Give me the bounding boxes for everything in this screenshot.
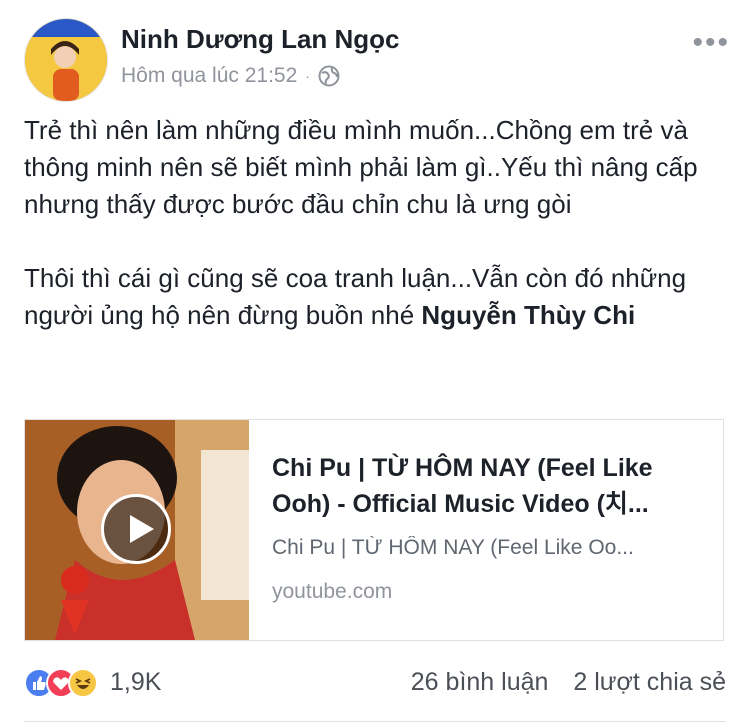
post-timestamp[interactable]: Hôm qua lúc 21:52: [121, 64, 297, 88]
meta-separator: ·: [305, 68, 310, 84]
engagement-bar: 1,9K 26 bình luận 2 lượt chia sẻ: [24, 664, 726, 704]
link-title[interactable]: Chi Pu | TỪ HÔM NAY (Feel Like Ooh) - Of…: [272, 450, 710, 522]
link-description: Chi Pu | TỪ HÔM NAY (Feel Like Oo...: [272, 536, 634, 559]
post-text: Trẻ thì nên làm những điều mình muốn...C…: [24, 112, 724, 334]
video-thumbnail[interactable]: [25, 420, 249, 640]
author-name[interactable]: Ninh Dương Lan Ngọc: [121, 24, 400, 55]
avatar[interactable]: [24, 18, 108, 102]
globe-icon: [318, 65, 340, 87]
engagement-stats: 26 bình luận 2 lượt chia sẻ: [411, 668, 726, 697]
haha-icon: [68, 668, 98, 698]
divider: [24, 721, 726, 722]
link-card-body[interactable]: Chi Pu | TỪ HÔM NAY (Feel Like Ooh) - Of…: [272, 450, 710, 604]
post-header: Ninh Dương Lan Ngọc Hôm qua lúc 21:52 · …: [24, 18, 734, 102]
reaction-count[interactable]: 1,9K: [110, 668, 161, 697]
share-count[interactable]: 2 lượt chia sẻ: [573, 668, 726, 696]
mention-link[interactable]: Nguyễn Thùy Chi: [421, 300, 635, 330]
post-paragraph-2: Thôi thì cái gì cũng sẽ coa tranh luận..…: [24, 260, 724, 334]
play-icon[interactable]: [101, 494, 171, 564]
more-options-icon[interactable]: •••: [692, 28, 730, 58]
link-domain: youtube.com: [272, 580, 393, 603]
comment-count[interactable]: 26 bình luận: [411, 668, 549, 696]
post-paragraph-1: Trẻ thì nên làm những điều mình muốn...C…: [24, 115, 698, 219]
link-preview-card[interactable]: Chi Pu | TỪ HÔM NAY (Feel Like Ooh) - Of…: [24, 419, 724, 641]
post-meta: Hôm qua lúc 21:52 ·: [121, 64, 340, 88]
reactions-summary[interactable]: [24, 668, 114, 700]
